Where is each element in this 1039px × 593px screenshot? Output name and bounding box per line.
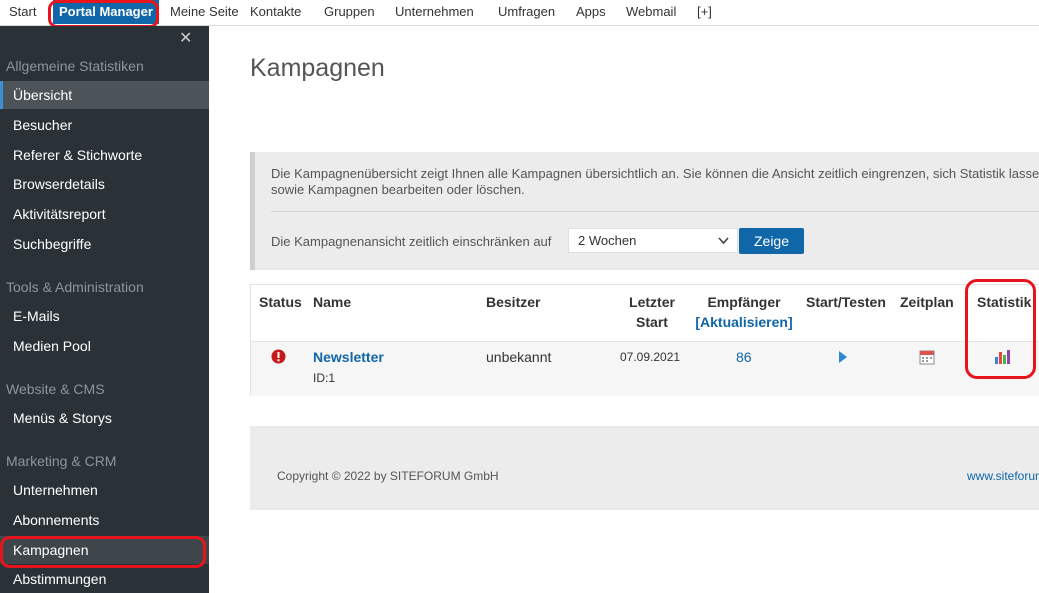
col-header-status: Status <box>259 294 302 310</box>
nav-umfragen[interactable]: Umfragen <box>498 0 555 24</box>
nav-meine-seite[interactable]: Meine Seite <box>170 0 239 24</box>
col-header-stats: Statistik <box>977 294 1032 310</box>
sidebar-item-besucher[interactable]: Besucher <box>0 111 209 139</box>
campaign-table: Status Name Besitzer Letzter Start Empfä… <box>250 284 1039 396</box>
info-panel: Die Kampagnenübersicht zeigt Ihnen alle … <box>250 152 1039 270</box>
sidebar-item-medien-pool[interactable]: Medien Pool <box>0 332 209 360</box>
sidebar-section-marketing: Marketing & CRM <box>6 453 117 469</box>
error-icon <box>271 349 286 367</box>
col-header-start-test: Start/Testen <box>806 294 886 310</box>
campaign-last-start: 07.09.2021 <box>620 350 681 364</box>
col-header-last-start[interactable]: Letzter Start <box>628 292 676 332</box>
timeframe-select[interactable]: 2 Wochen <box>568 228 738 253</box>
nav-unternehmen[interactable]: Unternehmen <box>395 0 474 24</box>
col-header-recipients: Empfänger [Aktualisieren] <box>694 292 794 332</box>
sidebar-item-referer[interactable]: Referer & Stichworte <box>0 141 209 169</box>
recipients-count-link[interactable]: 86 <box>736 349 752 365</box>
top-navigation: Start Portal Manager Meine Seite Kontakt… <box>0 0 1039 26</box>
sidebar-section-website: Website & CMS <box>6 381 105 397</box>
sidebar-item-unternehmen[interactable]: Unternehmen <box>0 476 209 504</box>
play-icon[interactable] <box>838 350 848 367</box>
filter-label: Die Kampagnenansicht zeitlich einschränk… <box>271 234 552 249</box>
sidebar-item-aktivitaetsreport[interactable]: Aktivitätsreport <box>0 200 209 228</box>
calendar-icon[interactable] <box>919 349 935 368</box>
info-divider <box>271 211 1039 212</box>
timeframe-select-value: 2 Wochen <box>578 233 637 248</box>
nav-kontakte[interactable]: Kontakte <box>250 0 301 24</box>
sidebar: ✕ Allgemeine Statistiken Übersicht Besuc… <box>0 26 209 593</box>
chevron-down-icon <box>718 229 729 261</box>
sidebar-item-uebersicht[interactable]: Übersicht <box>0 81 209 109</box>
sidebar-item-menues-storys[interactable]: Menüs & Storys <box>0 404 209 432</box>
sidebar-item-kampagnen[interactable]: Kampagnen <box>0 536 209 564</box>
col-header-recipients-label: Empfänger <box>707 294 781 310</box>
footer-copyright: Copyright © 2022 by SITEFORUM GmbH <box>277 469 499 483</box>
col-header-last-start-line2: Start <box>636 314 668 330</box>
campaign-id: ID:1 <box>313 371 336 385</box>
nav-portal-manager[interactable]: Portal Manager <box>53 0 159 24</box>
sidebar-item-emails[interactable]: E-Mails <box>0 302 209 330</box>
info-text: Die Kampagnenübersicht zeigt Ihnen alle … <box>271 166 1039 197</box>
bar-chart-icon[interactable] <box>994 349 1011 368</box>
campaign-owner: unbekannt <box>486 349 552 365</box>
nav-gruppen[interactable]: Gruppen <box>324 0 375 24</box>
table-row: Newsletter ID:1 unbekannt 07.09.2021 86 <box>251 342 1039 396</box>
page-title: Kampagnen <box>250 54 385 82</box>
col-header-schedule: Zeitplan <box>900 294 954 310</box>
sidebar-item-abstimmungen[interactable]: Abstimmungen <box>0 565 209 593</box>
show-button[interactable]: Zeige <box>739 228 804 254</box>
close-icon[interactable]: ✕ <box>179 28 192 48</box>
refresh-link[interactable]: [Aktualisieren] <box>694 312 794 332</box>
sidebar-item-suchbegriffe[interactable]: Suchbegriffe <box>0 230 209 258</box>
nav-start[interactable]: Start <box>9 0 36 24</box>
sidebar-section-statistics: Allgemeine Statistiken <box>6 58 144 74</box>
col-header-last-start-line1: Letzter <box>629 294 675 310</box>
nav-more[interactable]: [+] <box>697 0 712 24</box>
footer-website-link[interactable]: www.siteforum <box>967 469 1039 483</box>
col-header-name[interactable]: Name <box>313 292 351 312</box>
campaign-name-link[interactable]: Newsletter <box>313 349 384 365</box>
footer: Copyright © 2022 by SITEFORUM GmbH www.s… <box>250 426 1039 510</box>
col-header-owner[interactable]: Besitzer <box>486 292 540 312</box>
sidebar-item-abonnements[interactable]: Abonnements <box>0 506 209 534</box>
nav-webmail[interactable]: Webmail <box>626 0 676 24</box>
sidebar-section-tools: Tools & Administration <box>6 279 144 295</box>
sidebar-item-browserdetails[interactable]: Browserdetails <box>0 170 209 198</box>
nav-apps[interactable]: Apps <box>576 0 606 24</box>
